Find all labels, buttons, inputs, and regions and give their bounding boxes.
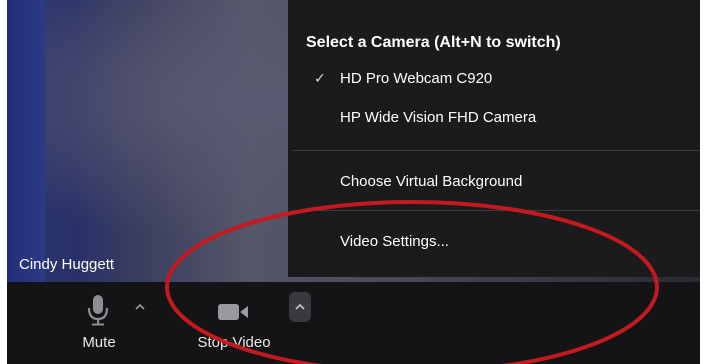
video-settings-item[interactable]: Video Settings... bbox=[340, 233, 449, 250]
zoom-window: Cindy Huggett Select a Camera (Alt+N to … bbox=[7, 0, 700, 364]
menu-divider bbox=[292, 150, 700, 151]
chevron-up-icon bbox=[295, 303, 305, 310]
meeting-toolbar: Mute Stop Video bbox=[7, 282, 700, 364]
video-options-button[interactable] bbox=[289, 292, 311, 322]
chevron-up-icon bbox=[135, 303, 145, 310]
video-background-strip bbox=[7, 0, 45, 282]
menu-divider bbox=[292, 210, 700, 211]
camera-option-hp-wide-vision[interactable]: HP Wide Vision FHD Camera bbox=[340, 109, 536, 126]
stop-video-label: Stop Video bbox=[197, 334, 271, 351]
mute-button[interactable]: Mute bbox=[65, 282, 133, 364]
choose-virtual-background-item[interactable]: Choose Virtual Background bbox=[340, 173, 522, 190]
camera-select-menu: Select a Camera (Alt+N to switch) ✓ HD P… bbox=[288, 0, 700, 277]
stop-video-button[interactable]: Stop Video bbox=[179, 282, 289, 364]
mute-label: Mute bbox=[82, 334, 116, 351]
camera-option-hd-pro-webcam[interactable]: HD Pro Webcam C920 bbox=[340, 70, 492, 87]
audio-options-button[interactable] bbox=[129, 292, 151, 322]
video-camera-icon bbox=[218, 304, 248, 320]
checkmark-icon: ✓ bbox=[314, 70, 326, 86]
participant-name-label: Cindy Huggett bbox=[19, 256, 115, 273]
microphone-icon bbox=[87, 295, 109, 326]
camera-menu-title: Select a Camera (Alt+N to switch) bbox=[306, 34, 561, 51]
